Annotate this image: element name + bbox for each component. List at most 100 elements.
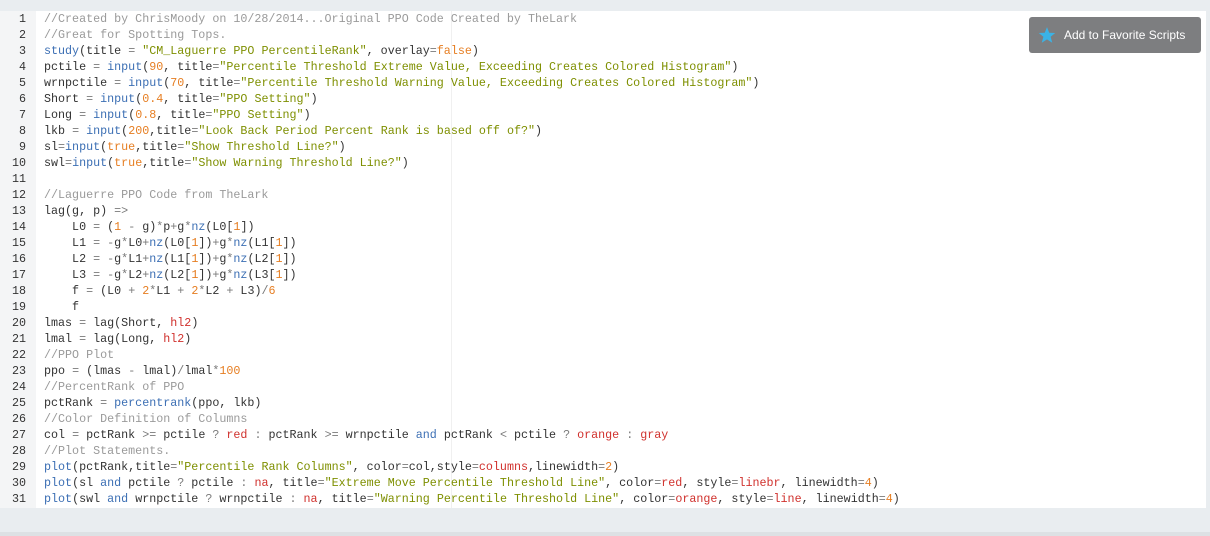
line-number: 5 <box>18 76 26 90</box>
code-text[interactable]: Short = input(0.4, title="PPO Setting") <box>44 91 318 107</box>
code-line[interactable]: 19 f <box>0 299 1206 315</box>
code-line[interactable]: 10 swl=input(true,title="Show Warning Thr… <box>0 155 1206 171</box>
code-token: < <box>499 428 507 442</box>
code-line[interactable]: 12 //Laguerre PPO Code from TheLark <box>0 187 1206 203</box>
code-text[interactable]: plot(sl and pctile ? pctile : na, title=… <box>44 475 879 491</box>
code-text[interactable]: f <box>44 299 79 315</box>
code-text[interactable]: lmas = lag(Short, hl2) <box>44 315 198 331</box>
code-text[interactable]: swl=input(true,title="Show Warning Thres… <box>44 155 409 171</box>
line-number: 22 <box>11 348 26 362</box>
code-token: Short <box>44 92 87 106</box>
code-token: ) <box>184 332 192 346</box>
code-token: ) <box>871 476 879 490</box>
code-line[interactable]: 2 //Great for Spotting Tops. <box>0 27 1206 43</box>
code-token: swl <box>44 156 66 170</box>
code-text[interactable]: L3 = -g*L2+nz(L2[1])+g*nz(L3[1]) <box>44 267 297 283</box>
code-token: input <box>128 76 164 90</box>
code-token: L0 <box>44 220 94 234</box>
code-line[interactable]: 23 ppo = (lmas - lmal)/lmal*100 <box>0 363 1206 379</box>
code-line[interactable]: 9 sl=input(true,title="Show Threshold Lin… <box>0 139 1206 155</box>
code-token: ) <box>731 60 739 74</box>
code-text[interactable]: f = (L0 + 2*L1 + 2*L2 + L3)/6 <box>44 283 275 299</box>
code-token: na <box>254 476 269 490</box>
code-token: lag(g, p) <box>44 204 115 218</box>
add-to-favorite-scripts-button[interactable]: Add to Favorite Scripts <box>1029 17 1201 53</box>
code-text[interactable]: sl=input(true,title="Show Threshold Line… <box>44 139 346 155</box>
code-token: nz <box>191 220 206 234</box>
code-text[interactable]: col = pctRank >= pctile ? red : pctRank … <box>44 427 668 443</box>
code-editor[interactable]: 1 //Created by ChrisMoody on 10/28/2014..… <box>0 11 1206 508</box>
code-line[interactable]: 4 pctile = input(90, title="Percentile Th… <box>0 59 1206 75</box>
code-token: ) <box>612 460 620 474</box>
code-text[interactable]: lkb = input(200,title="Look Back Period … <box>44 123 542 139</box>
line-number: 31 <box>11 492 26 506</box>
code-line[interactable]: 5 wrnpctile = input(70, title="Percentile… <box>0 75 1206 91</box>
code-text[interactable]: //PercentRank of PPO <box>44 379 184 395</box>
code-token: L3 <box>44 268 94 282</box>
code-token: input <box>86 124 122 138</box>
code-text[interactable]: //Laguerre PPO Code from TheLark <box>44 187 268 203</box>
code-token: , title <box>156 108 206 122</box>
code-line[interactable]: 7 Long = input(0.8, title="PPO Setting") <box>0 107 1206 123</box>
code-token: L2 <box>205 284 227 298</box>
code-content[interactable]: 1 //Created by ChrisMoody on 10/28/2014..… <box>0 11 1206 507</box>
code-token: "PPO Setting" <box>212 108 304 122</box>
code-line[interactable]: 20 lmas = lag(Short, hl2) <box>0 315 1206 331</box>
code-text[interactable]: //Created by ChrisMoody on 10/28/2014...… <box>44 11 577 27</box>
line-number: 30 <box>11 476 26 490</box>
code-text[interactable]: study(title = "CM_Laguerre PPO Percentil… <box>44 43 479 59</box>
code-line[interactable]: 25 pctRank = percentrank(ppo, lkb) <box>0 395 1206 411</box>
code-text[interactable]: wrnpctile = input(70, title="Percentile … <box>44 75 759 91</box>
code-line[interactable]: 31 plot(swl and wrnpctile ? wrnpctile : n… <box>0 491 1206 507</box>
code-line[interactable]: 29 plot(pctRank,title = "Percentile Rank Co… <box>0 459 1206 475</box>
code-token: 4 <box>864 476 872 490</box>
code-line[interactable]: 28 //Plot Statements. <box>0 443 1206 459</box>
code-text[interactable]: lmal = lag(Long, hl2) <box>44 331 191 347</box>
code-line[interactable]: 15 L1 = -g*L0+nz(L0[1])+g*nz(L1[1]) <box>0 235 1206 251</box>
code-token: ,title <box>149 124 192 138</box>
code-text[interactable]: pctRank = percentrank(ppo, lkb) <box>44 395 261 411</box>
code-line[interactable]: 21 lmal = lag(Long, hl2) <box>0 331 1206 347</box>
code-text[interactable]: //PPO Plot <box>44 347 114 363</box>
line-number: 14 <box>11 220 26 234</box>
code-text[interactable]: L1 = -g*L0+nz(L0[1])+g*nz(L1[1]) <box>44 235 297 251</box>
code-token: ]) <box>198 268 213 282</box>
line-number: 9 <box>18 140 26 154</box>
line-number: 23 <box>11 364 26 378</box>
code-token: line <box>773 492 802 506</box>
code-line[interactable]: 11 <box>0 171 1206 187</box>
code-line[interactable]: 1 //Created by ChrisMoody on 10/28/2014..… <box>0 11 1206 27</box>
code-token: //Color Definition of Columns <box>44 412 248 426</box>
code-token: , title <box>317 492 367 506</box>
code-line[interactable]: 16 L2 = -g*L1+nz(L1[1])+g*nz(L2[1]) <box>0 251 1206 267</box>
code-line[interactable]: 26 //Color Definition of Columns <box>0 411 1206 427</box>
code-line[interactable]: 6 Short = input(0.4, title="PPO Setting") <box>0 91 1206 107</box>
code-token: plot <box>44 476 73 490</box>
code-token: pctRank <box>44 396 101 410</box>
code-text[interactable]: //Plot Statements. <box>44 443 170 459</box>
code-line[interactable]: 17 L3 = -g*L2+nz(L2[1])+g*nz(L3[1]) <box>0 267 1206 283</box>
code-text[interactable]: plot(swl and wrnpctile ? wrnpctile : na,… <box>44 491 900 507</box>
code-text[interactable]: lag(g, p) => <box>44 203 128 219</box>
code-text[interactable]: //Great for Spotting Tops. <box>44 27 226 43</box>
code-text[interactable]: pctile = input(90, title="Percentile Thr… <box>44 59 738 75</box>
code-line[interactable]: 30 plot(sl and pctile ? pctile : na, titl… <box>0 475 1206 491</box>
code-token: ]) <box>282 252 297 266</box>
code-line[interactable]: 18 f = (L0 + 2*L1 + 2*L2 + L3)/6 <box>0 283 1206 299</box>
code-text[interactable]: Long = input(0.8, title="PPO Setting") <box>44 107 311 123</box>
code-token: L1 <box>128 252 143 266</box>
code-line[interactable]: 24 //PercentRank of PPO <box>0 379 1206 395</box>
code-line[interactable]: 13 lag(g, p) => <box>0 203 1206 219</box>
code-line[interactable]: 14 L0 = (1 - g)*p+g*nz(L0[1]) <box>0 219 1206 235</box>
code-line[interactable]: 8 lkb = input(200,title="Look Back Period… <box>0 123 1206 139</box>
code-token: ) <box>338 140 346 154</box>
code-line[interactable]: 22 //PPO Plot <box>0 347 1206 363</box>
code-text[interactable]: L2 = -g*L1+nz(L1[1])+g*nz(L2[1]) <box>44 251 297 267</box>
code-text[interactable]: plot(pctRank,title = "Percentile Rank Colu… <box>44 459 619 475</box>
code-text[interactable]: //Color Definition of Columns <box>44 411 247 427</box>
code-text[interactable]: ppo = (lmas - lmal)/lmal*100 <box>44 363 240 379</box>
code-token: nz <box>233 268 248 282</box>
code-line[interactable]: 3 study(title = "CM_Laguerre PPO Percenti… <box>0 43 1206 59</box>
code-line[interactable]: 27 col = pctRank >= pctile ? red : pctRan… <box>0 427 1206 443</box>
code-text[interactable]: L0 = (1 - g)*p+g*nz(L0[1]) <box>44 219 254 235</box>
